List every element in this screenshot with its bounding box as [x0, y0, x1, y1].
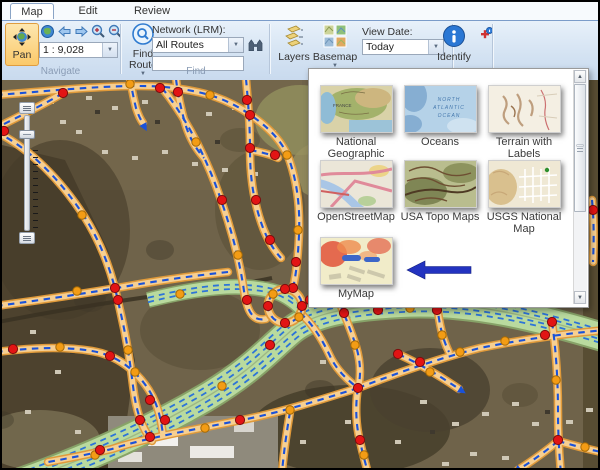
ribbon-divider	[120, 24, 122, 74]
basemap-item-terrain-with-labels[interactable]: Terrain with Labels	[482, 85, 566, 160]
basemap-item-label: USA Topo Maps	[398, 211, 482, 223]
view-date-combo: ▼	[362, 39, 444, 55]
basemap-item-national-geographic[interactable]: FRANCE National Geographic	[314, 85, 398, 160]
zoom-slider	[18, 102, 38, 244]
next-extent-button[interactable]	[74, 24, 89, 39]
natgeo-map-text: FRANCE	[333, 103, 352, 108]
view-date-label: View Date:	[362, 26, 413, 38]
identify-button[interactable]: Identify	[434, 24, 474, 63]
network-dropdown-button[interactable]: ▼	[228, 38, 243, 52]
pan-button[interactable]: Pan	[5, 23, 39, 66]
previous-extent-button[interactable]	[57, 24, 72, 39]
zoom-tick	[33, 213, 38, 214]
basemap-item-mymap[interactable]: MyMap	[314, 237, 398, 300]
zoom-slider-out-button[interactable]	[19, 232, 35, 244]
zoom-tick	[33, 227, 38, 228]
navigate-group-label: Navigate	[2, 66, 119, 77]
national-geographic-thumbnail: FRANCE	[320, 85, 393, 133]
usa-topo-maps-thumbnail	[404, 160, 477, 208]
panel-scrollbar: ▲ ▼	[573, 70, 587, 304]
network-lrm-label: Network (LRM):	[152, 24, 226, 36]
terrain-with-labels-thumbnail	[488, 85, 561, 133]
basemap-item-label: National Geographic	[314, 136, 398, 160]
basemap-item-label: Terrain with Labels	[482, 136, 566, 160]
tab-map[interactable]: Map	[10, 3, 54, 19]
zoom-tick	[33, 199, 38, 200]
oceans-map-text: NORTH	[437, 97, 460, 103]
basemap-item-label: USGS National Map	[482, 211, 566, 235]
usgs-national-map-thumbnail	[488, 160, 561, 208]
pan-label: Pan	[13, 50, 32, 61]
zoom-slider-thumb[interactable]	[19, 130, 35, 139]
binoculars-search-icon[interactable]	[248, 38, 263, 53]
mymap-thumbnail	[320, 237, 393, 285]
zoom-tick	[33, 150, 38, 151]
zoom-tick	[33, 185, 38, 186]
tab-review[interactable]: Review	[126, 3, 178, 19]
basemap-item-oceans[interactable]: NORTH ATLANTIC OCEAN Oceans	[398, 85, 482, 148]
basemap-item-label: MyMap	[314, 288, 398, 300]
identify-icon	[442, 24, 466, 51]
basemap-item-label: Oceans	[398, 136, 482, 148]
basemap-item-usgs-national-map[interactable]: USGS National Map	[482, 160, 566, 235]
zoom-in-button[interactable]	[91, 24, 106, 39]
layers-icon	[282, 24, 306, 51]
zoom-tick	[33, 164, 38, 165]
network-input[interactable]	[153, 38, 228, 52]
annotation-arrow-left	[405, 258, 477, 282]
tab-edit[interactable]: Edit	[66, 3, 110, 19]
zoom-tick	[33, 192, 38, 193]
scroll-down-button[interactable]: ▼	[574, 291, 586, 304]
scale-dropdown-button[interactable]: ▼	[102, 43, 117, 57]
scale-combo: ▼	[39, 42, 118, 58]
pan-icon	[13, 28, 31, 49]
application-window: Map Edit Review Pan	[0, 0, 600, 470]
identify-label: Identify	[437, 52, 471, 63]
basemap-gallery-panel: FRANCE National Geographic NORTH ATLANTI…	[308, 68, 589, 308]
basemap-item-usa-topo-maps[interactable]: USA Topo Maps	[398, 160, 482, 223]
find-group-label: Find	[124, 66, 268, 77]
zoom-tick	[33, 157, 38, 158]
ribbon-divider	[269, 24, 271, 74]
oceans-map-text: ATLANTIC	[432, 105, 465, 111]
basemap-item-openstreetmap[interactable]: OpenStreetMap	[314, 160, 398, 223]
basemap-icon	[323, 24, 347, 51]
zoom-tick	[33, 220, 38, 221]
zoom-tick	[33, 171, 38, 172]
layers-label: Layers	[278, 52, 310, 63]
ribbon-tab-bar: Map Edit Review	[2, 2, 598, 21]
oceans-map-text: OCEAN	[437, 113, 460, 119]
zoom-tick	[33, 206, 38, 207]
scale-input[interactable]	[40, 43, 102, 57]
basemap-button[interactable]: Basemap ▼	[314, 24, 356, 69]
view-date-input[interactable]	[363, 40, 428, 54]
network-combo: ▼	[152, 37, 244, 53]
basemap-label: Basemap	[313, 52, 357, 63]
scroll-up-button[interactable]: ▲	[574, 70, 586, 83]
ribbon-divider	[492, 24, 494, 74]
basemap-item-label: OpenStreetMap	[314, 211, 398, 223]
navigate-tools	[40, 24, 123, 39]
identify-route-location-icon[interactable]	[478, 26, 493, 41]
scrollbar-thumb[interactable]	[574, 84, 586, 212]
find-route-icon	[132, 23, 154, 48]
openstreetmap-thumbnail	[320, 160, 393, 208]
full-extent-globe-button[interactable]	[40, 24, 55, 39]
layers-button[interactable]: Layers	[276, 24, 312, 63]
oceans-thumbnail: NORTH ATLANTIC OCEAN	[404, 85, 477, 133]
zoom-slider-in-button[interactable]	[19, 102, 35, 114]
zoom-tick	[33, 178, 38, 179]
